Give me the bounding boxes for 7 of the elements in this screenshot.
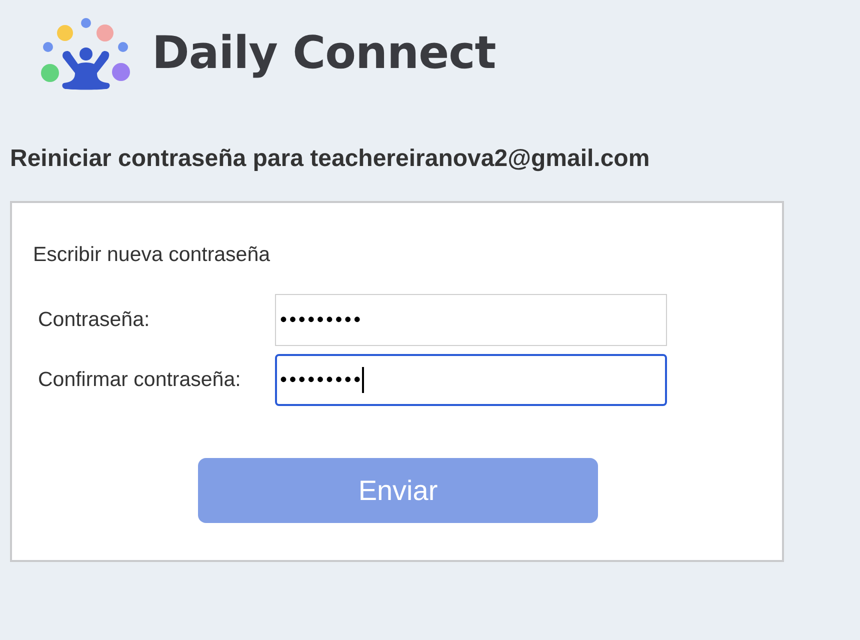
- password-field[interactable]: •••••••••: [275, 354, 667, 406]
- password-field[interactable]: •••••••••: [275, 294, 667, 346]
- form-heading: Escribir nueva contraseña: [33, 242, 272, 268]
- field-label: Contraseña:: [37, 307, 151, 334]
- page-title: Reiniciar contraseña para teachereiranova2@gmail.com: [10, 145, 651, 174]
- field-label: Confirmar contraseña:: [37, 367, 242, 394]
- logo-icon: [40, 17, 132, 91]
